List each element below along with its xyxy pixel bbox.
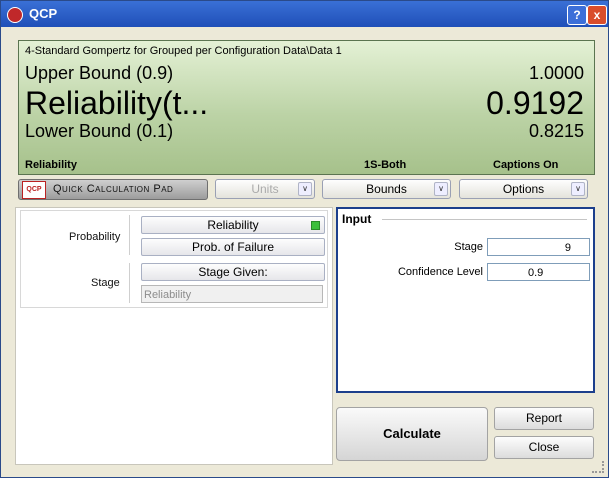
confidence-level-label: Confidence Level	[397, 266, 483, 278]
status-metric: Reliability	[25, 159, 77, 171]
app-icon	[7, 7, 23, 23]
close-window-button[interactable]: x	[587, 5, 607, 25]
chevron-down-icon: ∨	[298, 182, 312, 196]
options-label: Options	[502, 182, 545, 196]
window-title: QCP	[29, 6, 58, 21]
reliability-button[interactable]: Reliability	[141, 216, 325, 234]
quick-calculation-pad-button[interactable]: QCP Quick Calculation Pad	[18, 179, 208, 200]
upper-bound-value: 1.0000	[528, 63, 584, 83]
input-panel: Input Stage 9 Confidence Level 0.9	[336, 207, 595, 393]
confidence-level-input[interactable]: 0.9	[487, 263, 590, 281]
calculate-button[interactable]: Calculate	[336, 407, 488, 461]
lower-bound-value: 0.8215	[528, 121, 584, 141]
prob-of-failure-button[interactable]: Prob. of Failure	[141, 238, 325, 256]
calculation-options-panel: Probability Reliability Prob. of Failure…	[15, 207, 333, 465]
main-result-value: 0.9192	[486, 85, 584, 121]
reliability-button-label: Reliability	[207, 218, 259, 232]
report-button[interactable]: Report	[494, 407, 594, 430]
help-button[interactable]: ?	[567, 5, 587, 25]
status-sides: 1S-Both	[364, 159, 407, 171]
status-captions: Captions On	[493, 159, 559, 171]
stage-given-button[interactable]: Stage Given:	[141, 263, 325, 281]
bounds-dropdown[interactable]: Bounds ∨	[322, 179, 451, 199]
probability-label: Probability	[69, 231, 121, 243]
resize-grip-icon[interactable]	[592, 461, 604, 473]
stage-section-label: Stage	[91, 277, 120, 289]
units-dropdown[interactable]: Units ∨	[215, 179, 315, 199]
chevron-down-icon: ∨	[434, 182, 448, 196]
input-header: Input	[342, 212, 372, 226]
divider	[129, 215, 130, 255]
result-display: 4-Standard Gompertz for Grouped per Conf…	[18, 40, 595, 175]
chevron-down-icon: ∨	[571, 182, 585, 196]
units-label: Units	[251, 182, 279, 196]
close-button[interactable]: Close	[494, 436, 594, 459]
qcp-logo-icon: QCP	[22, 181, 46, 199]
options-group: Probability Reliability Prob. of Failure…	[20, 210, 328, 308]
options-dropdown[interactable]: Options ∨	[459, 179, 588, 199]
qcp-window: QCP ? x 4-Standard Gompertz for Grouped …	[0, 0, 609, 478]
stage-label: Stage	[454, 241, 483, 253]
divider	[129, 263, 130, 303]
lower-bound-label: Lower Bound (0.1)	[25, 121, 174, 141]
main-result-label: Reliability(t...	[25, 85, 209, 121]
selected-indicator-icon	[311, 221, 320, 230]
data-source-caption: 4-Standard Gompertz for Grouped per Conf…	[25, 45, 342, 57]
upper-bound-label: Upper Bound (0.9)	[25, 63, 174, 83]
header-divider	[382, 219, 587, 220]
quick-calculation-pad-label: Quick Calculation Pad	[53, 183, 174, 195]
bounds-label: Bounds	[366, 182, 407, 196]
stage-input[interactable]: 9	[487, 238, 590, 256]
stage-given-field: Reliability	[141, 285, 323, 303]
title-bar: QCP ? x	[1, 1, 608, 27]
toolbar: QCP Quick Calculation Pad Units ∨ Bounds…	[16, 178, 594, 200]
